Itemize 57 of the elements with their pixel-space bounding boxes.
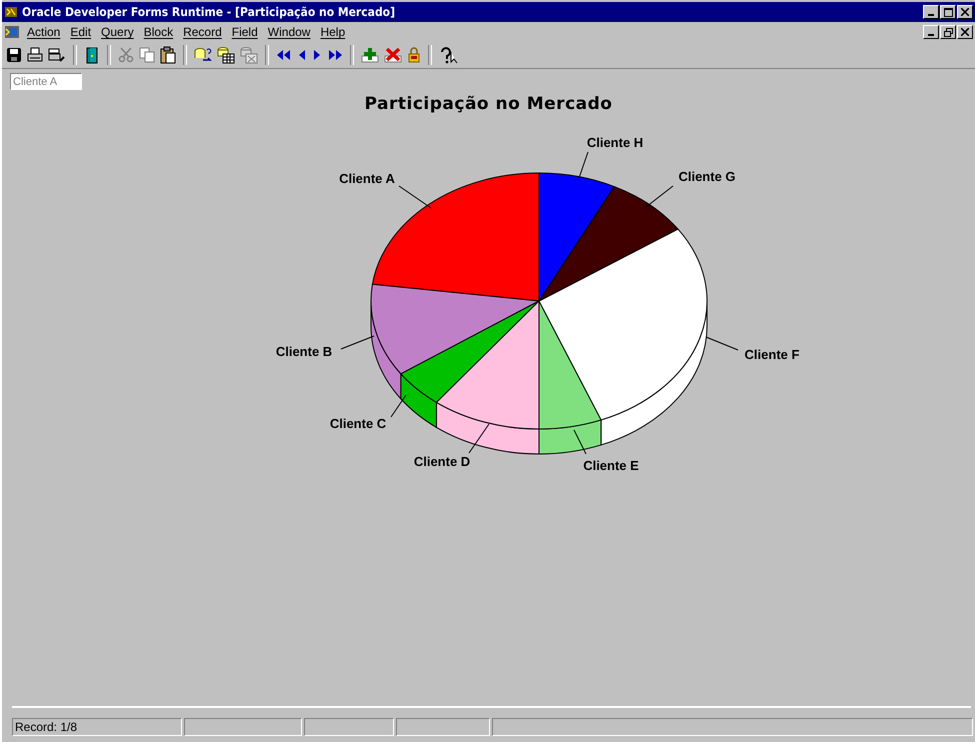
database-table-icon[interactable] bbox=[217, 46, 235, 64]
minimize-button[interactable] bbox=[923, 25, 939, 39]
leader-line bbox=[390, 394, 406, 418]
slice-label: Cliente E bbox=[583, 458, 639, 473]
close-icon bbox=[961, 28, 969, 36]
close-button[interactable] bbox=[957, 25, 973, 39]
leader-line bbox=[574, 430, 586, 454]
paste-icon[interactable] bbox=[160, 46, 176, 64]
database-cancel-icon[interactable] bbox=[240, 46, 258, 64]
menu-item[interactable]: Block bbox=[138, 25, 178, 39]
printer-setup-icon[interactable] bbox=[48, 47, 66, 63]
chart-title: Participação no Mercado bbox=[364, 94, 612, 114]
menu-item[interactable]: Record bbox=[178, 25, 227, 39]
text-field[interactable]: Cliente A bbox=[10, 73, 82, 90]
menu-item[interactable]: Window bbox=[262, 25, 316, 39]
insert-record-icon[interactable] bbox=[361, 47, 379, 63]
delete-record-icon[interactable] bbox=[384, 47, 402, 63]
last-record-icon[interactable] bbox=[327, 49, 343, 61]
slice-label: Cliente F bbox=[744, 347, 800, 362]
leader-line bbox=[398, 186, 432, 208]
printer-icon[interactable] bbox=[27, 47, 43, 63]
menu-item[interactable]: Field bbox=[226, 25, 263, 39]
close-icon bbox=[961, 8, 969, 16]
first-record-icon[interactable] bbox=[276, 49, 292, 61]
slice-label: Cliente H bbox=[586, 135, 644, 150]
slice-label: Cliente D bbox=[414, 454, 470, 469]
leader-line bbox=[706, 336, 738, 350]
door-icon[interactable] bbox=[84, 46, 100, 64]
slice-label: Cliente A bbox=[339, 171, 395, 186]
lock-icon[interactable] bbox=[407, 47, 421, 63]
copy-icon[interactable] bbox=[139, 47, 155, 63]
minimize-button[interactable] bbox=[923, 5, 939, 19]
database-query-icon[interactable] bbox=[194, 47, 212, 63]
leader-line bbox=[646, 186, 674, 208]
menu-item[interactable]: Action bbox=[22, 25, 66, 39]
document-icon bbox=[4, 25, 20, 39]
previous-record-icon[interactable] bbox=[297, 49, 307, 61]
slice-label: Cliente C bbox=[330, 416, 386, 431]
leader-line bbox=[468, 424, 490, 454]
maximize-button[interactable] bbox=[940, 5, 956, 19]
leader-line bbox=[340, 336, 374, 350]
leader-line bbox=[578, 152, 588, 178]
restore-icon bbox=[944, 28, 952, 36]
help-pointer-icon[interactable] bbox=[439, 46, 459, 64]
menu-item[interactable]: Query bbox=[96, 25, 139, 39]
save-icon[interactable] bbox=[6, 47, 22, 63]
status-record-count: Record: 1/8 bbox=[12, 718, 182, 736]
menu-item[interactable]: Edit bbox=[65, 25, 96, 39]
menu-item[interactable]: Help bbox=[315, 25, 350, 39]
restore-button[interactable] bbox=[940, 25, 956, 39]
window-title: Oracle Developer Forms Runtime - [Participação no Mercado] bbox=[22, 5, 396, 19]
next-record-icon[interactable] bbox=[312, 49, 322, 61]
close-button[interactable] bbox=[957, 5, 973, 19]
slice-label: Cliente G bbox=[678, 169, 736, 184]
maximize-icon bbox=[944, 8, 952, 16]
app-icon bbox=[4, 5, 18, 19]
slice-label: Cliente B bbox=[276, 344, 332, 359]
